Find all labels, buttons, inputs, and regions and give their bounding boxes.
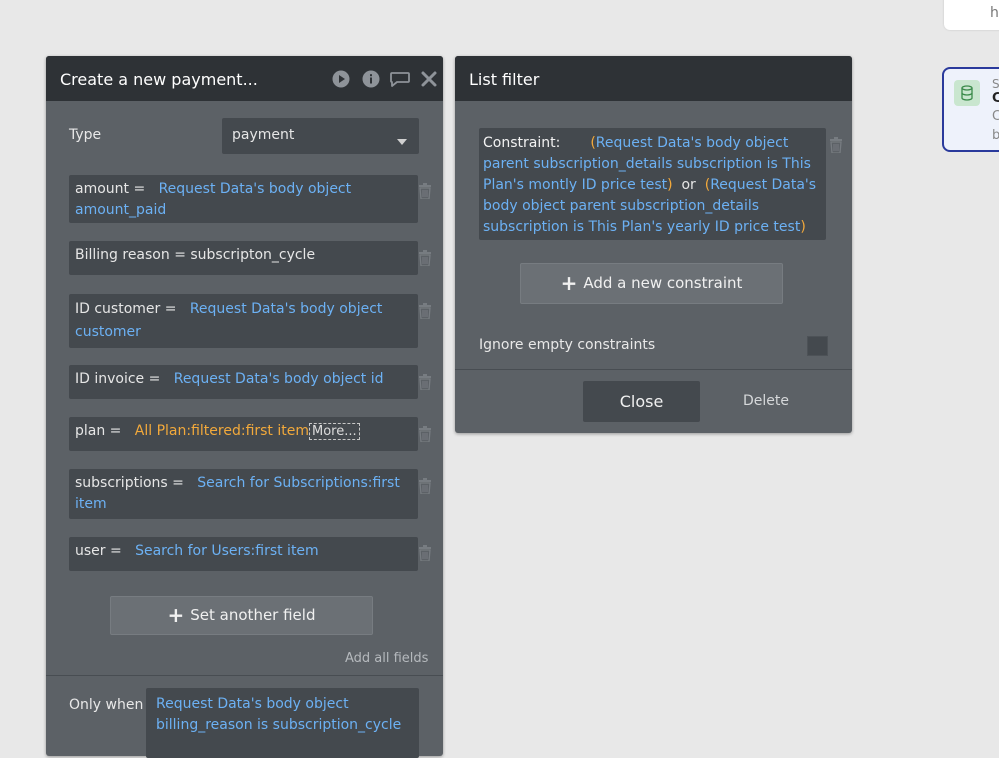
field-name: user = (75, 543, 122, 559)
delete-button[interactable]: Delete (743, 393, 789, 409)
info-icon[interactable] (362, 70, 380, 88)
chevron-down-icon (397, 133, 407, 149)
type-dropdown[interactable]: payment (222, 118, 419, 154)
top-right-card: h (944, 0, 999, 30)
field-id-invoice[interactable]: ID invoice = Request Data's body object … (69, 365, 418, 399)
button-label: Add a new constraint (583, 274, 743, 292)
create-payment-panel: Create a new payment... Type payment amo… (46, 56, 443, 758)
brace-close: ) (667, 177, 673, 193)
workflow-node[interactable]: S C C b (942, 67, 999, 152)
field-name: amount = (75, 181, 146, 197)
field-name: plan = (75, 423, 122, 439)
node-text-4: b (992, 128, 999, 143)
field-name: Billing reason = subscripton_cycle (75, 247, 316, 263)
trash-icon[interactable] (418, 374, 432, 391)
ignore-empty-checkbox[interactable] (807, 336, 828, 356)
ignore-empty-label: Ignore empty constraints (479, 337, 656, 353)
field-name: ID customer = (75, 301, 177, 317)
node-text-2: C (992, 91, 999, 106)
only-when-condition[interactable]: Request Data's body object billing_reaso… (146, 688, 419, 758)
field-plan[interactable]: plan = All Plan:filtered:first item More.… (69, 417, 418, 451)
trash-icon[interactable] (418, 545, 432, 562)
field-id-customer[interactable]: ID customer = Request Data's body object… (69, 294, 418, 348)
comment-icon[interactable] (389, 70, 411, 88)
condition-value[interactable]: Request Data's body object billing_reaso… (156, 696, 401, 733)
trash-icon[interactable] (418, 426, 432, 443)
trash-icon[interactable] (829, 137, 843, 154)
divider (455, 369, 852, 370)
play-icon[interactable] (332, 70, 350, 88)
close-button[interactable]: Close (583, 381, 700, 422)
field-value[interactable]: All Plan:filtered:first item (135, 423, 309, 439)
plus-icon: + (560, 271, 578, 295)
node-text-3: C (992, 109, 999, 124)
panel-header: Create a new payment... (46, 56, 443, 101)
add-all-fields-link[interactable]: Add all fields (345, 651, 428, 666)
trash-icon[interactable] (418, 183, 432, 200)
field-subscriptions[interactable]: subscriptions = Search for Subscriptions… (69, 469, 418, 519)
type-label: Type (69, 127, 102, 143)
panel-title: Create a new payment... (60, 70, 258, 89)
constraint-box[interactable]: Constraint: (Request Data's body object p… (479, 128, 826, 240)
panel-header: List filter (455, 56, 852, 101)
plus-icon: + (167, 603, 185, 627)
field-billing-reason[interactable]: Billing reason = subscripton_cycle (69, 241, 418, 275)
add-constraint-button[interactable]: + Add a new constraint (520, 263, 783, 304)
brace-close: ) (800, 219, 806, 235)
or-operator[interactable]: or (681, 177, 695, 193)
panel-title: List filter (469, 70, 540, 89)
field-value[interactable]: Search for Users:first item (135, 543, 319, 559)
constraint-label: Constraint: (483, 135, 561, 151)
button-label: Close (619, 392, 664, 411)
list-filter-panel: List filter Constraint: (Request Data's b… (455, 56, 852, 433)
card-text: h (990, 5, 999, 21)
trash-icon[interactable] (418, 303, 432, 320)
field-amount[interactable]: amount = Request Data's body object amou… (69, 175, 418, 223)
only-when-label: Only when (69, 697, 144, 713)
node-text-1: S (992, 77, 999, 91)
button-label: Set another field (190, 606, 316, 624)
more-button[interactable]: More... (309, 423, 360, 440)
field-name: subscriptions = (75, 475, 184, 491)
trash-icon[interactable] (418, 250, 432, 267)
type-value: payment (232, 127, 295, 143)
field-user[interactable]: user = Search for Users:first item (69, 537, 418, 571)
field-name: ID invoice = (75, 371, 161, 387)
trash-icon[interactable] (418, 478, 432, 495)
divider (46, 675, 443, 676)
close-icon[interactable] (420, 70, 438, 88)
field-value[interactable]: Request Data's body object id (174, 371, 384, 387)
set-another-field-button[interactable]: + Set another field (110, 596, 373, 635)
database-icon (954, 80, 980, 106)
